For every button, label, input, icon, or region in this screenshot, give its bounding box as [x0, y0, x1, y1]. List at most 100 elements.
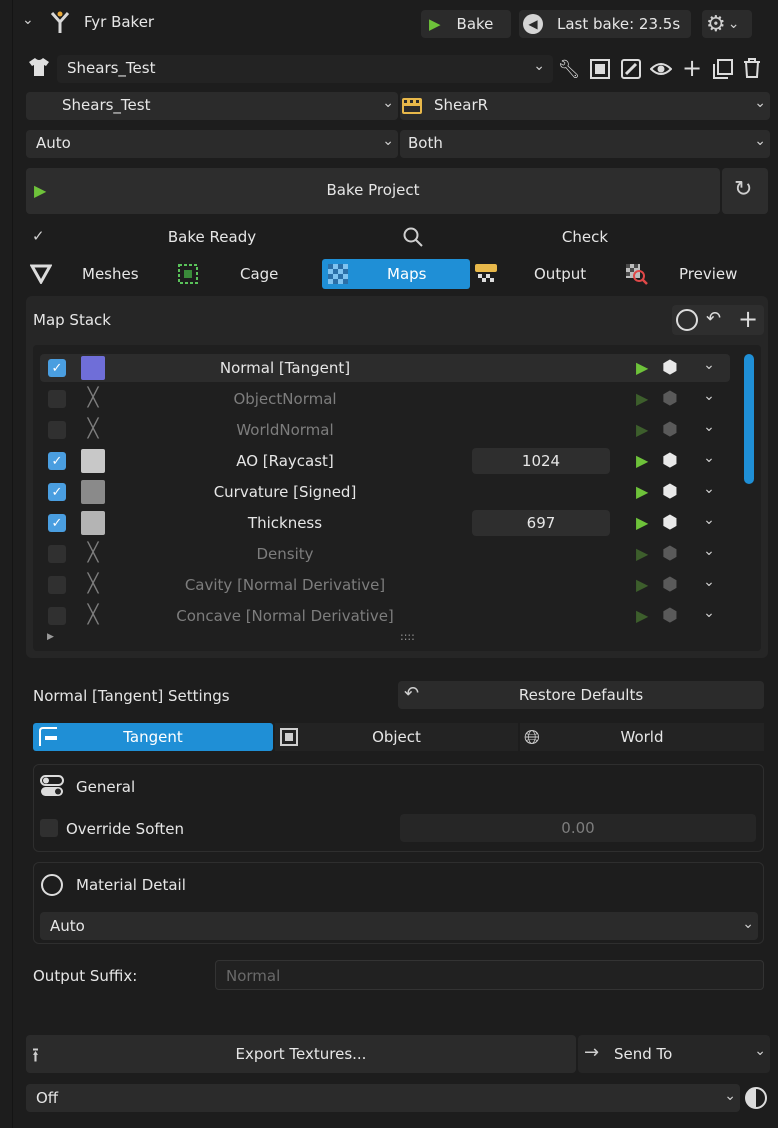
map-row-curvature-signed[interactable]: ✓ Curvature [Signed] ▶ ⬢ ⌄	[40, 478, 730, 506]
object-label: Object	[372, 728, 421, 746]
checkbox[interactable]: ✓	[48, 452, 66, 470]
cube-icon[interactable]: ⬢	[662, 481, 678, 502]
material-detail-value: Auto	[50, 917, 85, 935]
output-suffix-field[interactable]: Normal	[215, 960, 764, 990]
bake-button[interactable]: ▶ Bake	[421, 10, 511, 38]
chevron-down-icon[interactable]: ⌄	[696, 419, 722, 435]
refresh-button[interactable]: ↻	[722, 168, 768, 214]
chevron-down-icon: ⌄	[754, 1043, 766, 1059]
chevron-down-icon[interactable]: ⌄	[696, 574, 722, 590]
chevron-down-icon[interactable]: ⌄	[696, 357, 722, 373]
checkbox[interactable]	[48, 576, 66, 594]
map-row-normal-tangent[interactable]: ✓ Normal [Tangent] ▶ ⬢ ⌄	[40, 354, 730, 382]
tab-meshes-label: Meshes	[82, 265, 139, 283]
resolution-field[interactable]: 1024	[472, 448, 610, 474]
output-suffix-label: Output Suffix:	[33, 967, 138, 985]
project-name-field[interactable]: Shears_Test ⌄	[57, 55, 553, 83]
override-soften-checkbox[interactable]	[40, 819, 58, 837]
add-icon[interactable]: +	[680, 54, 704, 82]
cube-icon[interactable]: ⬢	[662, 574, 678, 595]
map-row-concave[interactable]: ╳ Concave [Normal Derivative] ▶ ⬢ ⌄	[40, 602, 730, 630]
check-button[interactable]: Check	[400, 224, 770, 252]
cube-icon[interactable]: ⬢	[662, 388, 678, 409]
arrow-right-icon: →	[584, 1042, 600, 1063]
cube-icon[interactable]: ⬢	[662, 450, 678, 471]
chevron-down-icon[interactable]: ⌄	[696, 512, 722, 528]
tab-preview[interactable]: Preview	[621, 259, 769, 289]
resolution-field[interactable]: 697	[472, 510, 610, 536]
mode-select[interactable]: Auto ⌄	[26, 130, 398, 158]
tab-output[interactable]: Output	[472, 259, 620, 289]
space-tab-object[interactable]: Object	[275, 723, 518, 751]
list-expand-arrow-icon[interactable]: ▶	[47, 632, 54, 642]
map-list-scrollbar[interactable]	[744, 354, 754, 484]
cube-icon[interactable]: ⬢	[662, 605, 678, 626]
chevron-down-icon[interactable]: ⌄	[696, 481, 722, 497]
map-row-density[interactable]: ╳ Density ▶ ⬢ ⌄	[40, 540, 730, 568]
checkbox[interactable]	[48, 421, 66, 439]
play-icon[interactable]: ▶	[636, 420, 648, 439]
play-icon[interactable]: ▶	[636, 513, 648, 532]
play-icon[interactable]: ▶	[636, 358, 648, 377]
shirt-icon	[29, 58, 49, 76]
play-icon[interactable]: ▶	[636, 544, 648, 563]
project-select[interactable]: Shears_Test ⌄	[26, 92, 398, 120]
override-soften-label: Override Soften	[66, 820, 185, 838]
play-icon[interactable]: ▶	[636, 575, 648, 594]
checkbox[interactable]	[48, 390, 66, 408]
tab-cage[interactable]: Cage	[175, 259, 321, 289]
map-row-ao-raycast[interactable]: ✓ AO [Raycast] 1024 ▶ ⬢ ⌄	[40, 447, 730, 475]
chevron-down-icon: ⌄	[727, 16, 740, 32]
eye-icon[interactable]	[650, 60, 672, 78]
wrench-icon[interactable]: 🔧︎	[557, 57, 581, 81]
output-suffix-placeholder: Normal	[226, 967, 281, 985]
space-tab-tangent[interactable]: Tangent	[33, 723, 273, 751]
chevron-down-icon[interactable]: ⌄	[696, 450, 722, 466]
delete-icon[interactable]	[742, 57, 762, 79]
space-tab-world[interactable]: 🌐︎ World	[520, 723, 764, 751]
checkbox[interactable]: ✓	[48, 514, 66, 532]
material-detail-select[interactable]: Auto ⌄	[40, 912, 758, 940]
tab-meshes[interactable]: Meshes	[26, 259, 174, 289]
cube-icon[interactable]: ⬢	[662, 357, 678, 378]
play-icon[interactable]: ▶	[636, 389, 648, 408]
map-row-cavity[interactable]: ╳ Cavity [Normal Derivative] ▶ ⬢ ⌄	[40, 571, 730, 599]
export-textures-button[interactable]: ⭱ Export Textures...	[26, 1035, 576, 1073]
map-row-world-normal[interactable]: ╳ WorldNormal ▶ ⬢ ⌄	[40, 416, 730, 444]
undo-icon[interactable]: ↶	[706, 308, 721, 329]
add-map-icon[interactable]: +	[738, 305, 758, 333]
chevron-down-icon[interactable]: ⌄	[696, 388, 722, 404]
map-row-object-normal[interactable]: ╳ ObjectNormal ▶ ⬢ ⌄	[40, 385, 730, 413]
cube-frame-icon[interactable]	[589, 58, 611, 80]
preview-mode-select[interactable]: Off ⌄	[26, 1084, 740, 1112]
checkbox[interactable]: ✓	[48, 359, 66, 377]
target-select[interactable]: ShearR ⌄	[400, 92, 770, 120]
half-sphere-icon[interactable]	[744, 1086, 768, 1110]
bake-project-button[interactable]: ▶ Bake Project	[26, 168, 720, 214]
restore-defaults-button[interactable]: ↶ Restore Defaults	[398, 681, 764, 709]
checkbox[interactable]	[48, 607, 66, 625]
edit-material-icon[interactable]	[620, 58, 642, 80]
checkbox[interactable]	[48, 545, 66, 563]
chevron-down-icon: ⌄	[382, 133, 394, 149]
map-row-thickness[interactable]: ✓ Thickness 697 ▶ ⬢ ⌄	[40, 509, 730, 537]
resize-handle[interactable]: ::::	[400, 630, 415, 643]
cube-icon[interactable]: ⬢	[662, 543, 678, 564]
cube-icon[interactable]: ⬢	[662, 512, 678, 533]
tab-maps[interactable]: Maps	[322, 259, 470, 289]
override-soften-field[interactable]: 0.00	[400, 814, 756, 842]
chevron-down-icon[interactable]: ⌄	[696, 605, 722, 621]
material-ball-icon[interactable]	[676, 309, 698, 331]
send-to-button[interactable]: → Send To ⌄	[578, 1035, 770, 1073]
play-icon[interactable]: ▶	[636, 606, 648, 625]
settings-gear-button[interactable]: ⚙ ⌄	[702, 10, 752, 38]
play-icon[interactable]: ▶	[636, 451, 648, 470]
last-bake-status: ◀ Last bake: 23.5s	[519, 10, 691, 38]
duplicate-icon[interactable]	[712, 58, 734, 80]
cube-icon[interactable]: ⬢	[662, 419, 678, 440]
collapse-chevron-icon[interactable]: ⌄	[22, 12, 34, 28]
chevron-down-icon[interactable]: ⌄	[696, 543, 722, 559]
play-icon[interactable]: ▶	[636, 482, 648, 501]
checkbox[interactable]: ✓	[48, 483, 66, 501]
side-select[interactable]: Both ⌄	[400, 130, 770, 158]
